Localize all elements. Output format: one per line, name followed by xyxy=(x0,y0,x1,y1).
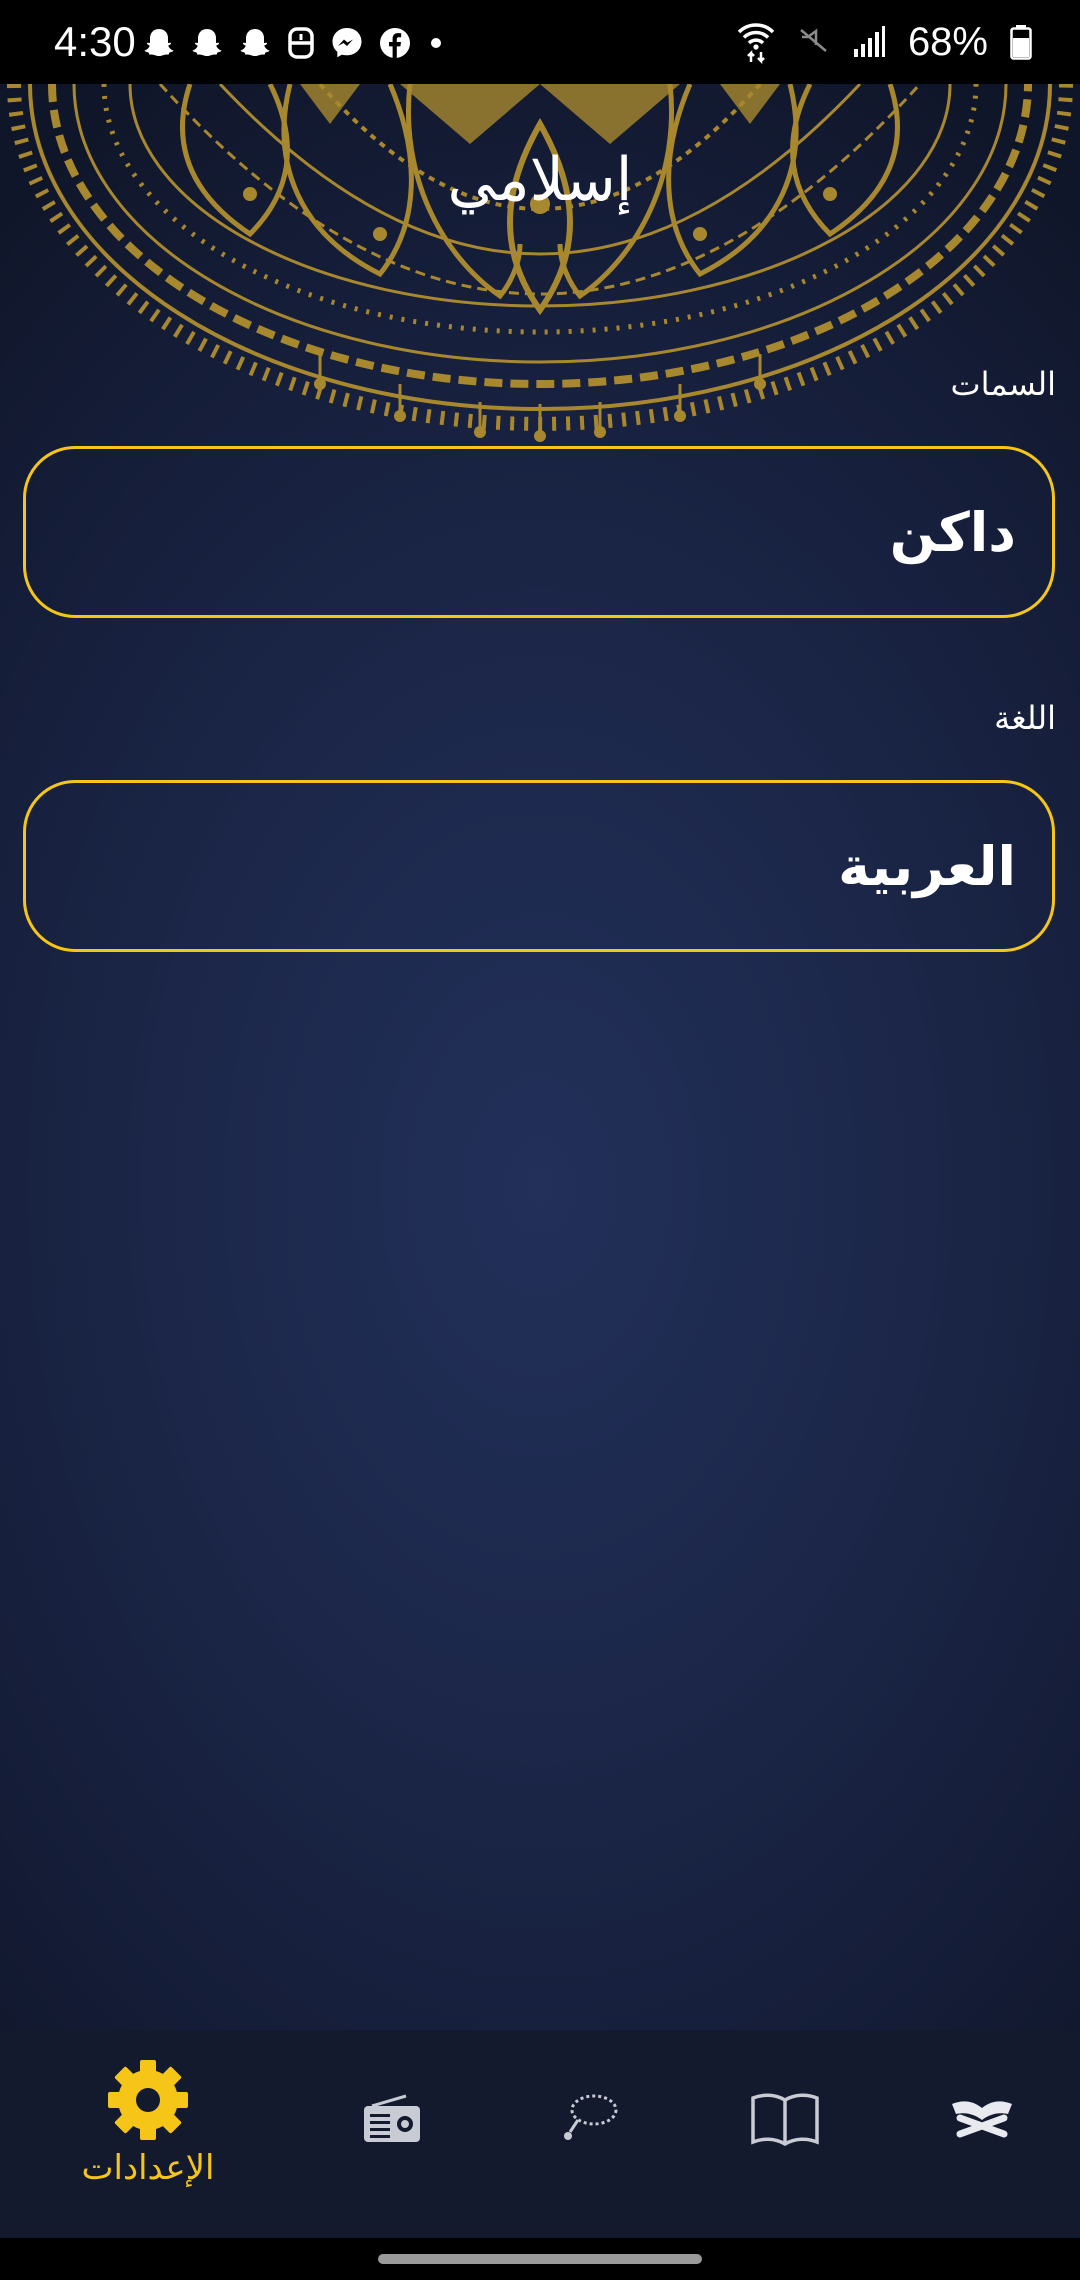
notification-icons xyxy=(142,26,446,60)
nav-label-settings: الإعدادات xyxy=(81,2148,215,2188)
wifi-icon xyxy=(737,23,775,64)
signal-icon xyxy=(853,26,885,57)
system-icons: 68% xyxy=(736,18,1032,66)
nav-item-quran[interactable] xyxy=(922,2030,1042,2238)
theme-value: داكن xyxy=(889,500,1016,564)
facebook-icon xyxy=(380,28,410,58)
home-indicator[interactable] xyxy=(378,2254,702,2264)
theme-select[interactable]: داكن xyxy=(23,446,1055,618)
messenger-icon xyxy=(332,28,362,58)
mandala-decoration xyxy=(7,84,1073,442)
nav-item-tasbeeh[interactable] xyxy=(530,2030,650,2238)
language-label: اللغة xyxy=(994,699,1056,737)
gear-icon xyxy=(108,2060,188,2140)
prayer-beads-icon xyxy=(564,2094,618,2140)
snapchat-icon xyxy=(192,29,222,56)
book-icon xyxy=(751,2093,819,2146)
header: إسلامي xyxy=(0,84,1080,444)
battery-percent: 68% xyxy=(907,20,988,64)
snapchat-icon xyxy=(240,29,270,56)
status-bar: 4:30 68% xyxy=(0,0,1080,84)
app-title: إسلامي xyxy=(447,145,633,215)
system-navigation-bar xyxy=(0,2238,1080,2280)
bottom-navigation: الإعدادات xyxy=(0,2030,1080,2238)
dot-icon xyxy=(431,38,441,48)
nav-item-radio[interactable] xyxy=(332,2030,452,2238)
language-value: العربية xyxy=(838,834,1016,898)
quran-icon xyxy=(952,2101,1012,2138)
theme-label: السمات xyxy=(950,365,1056,403)
nav-item-settings[interactable]: الإعدادات xyxy=(48,2030,248,2238)
nav-item-hadith[interactable] xyxy=(725,2030,845,2238)
snapchat-icon xyxy=(144,29,174,56)
battery-icon xyxy=(1010,25,1032,60)
language-select[interactable]: العربية xyxy=(23,780,1055,952)
mute-icon xyxy=(800,28,827,52)
dnd-icon xyxy=(288,27,314,59)
status-time: 4:30 xyxy=(54,18,136,65)
radio-icon xyxy=(364,2094,420,2142)
